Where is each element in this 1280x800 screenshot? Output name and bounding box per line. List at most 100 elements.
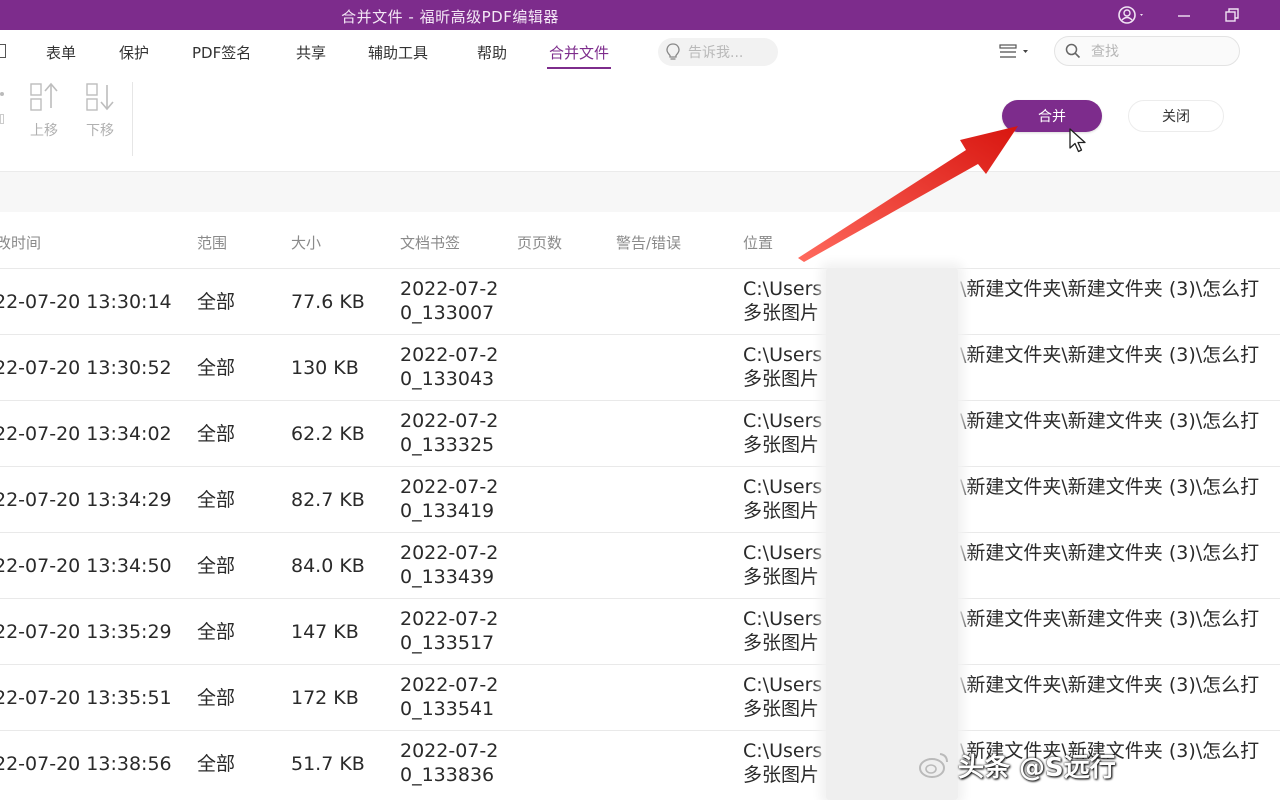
cell-path: \新建文件夹\新建文件夹 (3)\怎么打 — [960, 674, 1260, 696]
search-placeholder: 查找 — [1091, 44, 1119, 60]
tell-me-box[interactable]: 告诉我... — [658, 38, 778, 66]
cell-path: \新建文件夹\新建文件夹 (3)\怎么打 — [960, 476, 1260, 498]
col-bookmark[interactable]: 文档书签 — [400, 232, 460, 253]
menu-accessibility[interactable]: 辅助工具 — [368, 42, 428, 63]
cell-location: C:\Users 多张图片 — [743, 277, 822, 325]
cell-location: C:\Users 多张图片 — [743, 541, 822, 589]
table-row[interactable]: 22-07-20 13:35:29 全部 147 KB 2022-07-2 0_1… — [0, 598, 1280, 664]
location-line-2: 多张图片 — [743, 698, 820, 720]
bookmark-line-1: 2022-07-2 — [400, 740, 499, 762]
bookmark-line-2: 0_133836 — [400, 764, 495, 786]
cell-size: 130 KB — [291, 357, 359, 379]
cell-size: 77.6 KB — [291, 291, 365, 313]
ribbon-options-icon — [999, 44, 1028, 58]
cell-path: \新建文件夹\新建文件夹 (3)\怎么打 — [960, 542, 1260, 564]
app-window: 合并文件 - 福昕高级PDF编辑器 表单 保护 PDF签名 共享 辅助工具 帮助 — [0, 0, 1280, 800]
ribbon-options-button[interactable] — [998, 40, 1042, 64]
search-box[interactable]: 查找 — [1054, 36, 1240, 66]
close-button[interactable]: 关闭 — [1128, 100, 1224, 132]
cell-location: C:\Users 多张图片 — [743, 343, 822, 391]
cell-size: 82.7 KB — [291, 489, 365, 511]
cell-range: 全部 — [197, 423, 236, 445]
watermark: 头条 @S远行 — [918, 740, 1278, 790]
col-location[interactable]: 位置 — [743, 232, 773, 253]
bookmark-line-2: 0_133541 — [400, 698, 495, 720]
bookmark-line-1: 2022-07-2 — [400, 344, 499, 366]
location-line-1: C:\Users — [743, 410, 823, 432]
cell-bookmark: 2022-07-2 0_133517 — [400, 607, 498, 655]
cell-location: C:\Users 多张图片 — [743, 673, 822, 721]
cell-location: C:\Users 多张图片 — [743, 409, 822, 457]
window-title: 合并文件 - 福昕高级PDF编辑器 — [341, 8, 559, 26]
cell-time: 22-07-20 13:38:56 — [0, 753, 172, 775]
tab-merge-files[interactable]: 合并文件 — [546, 42, 612, 69]
cell-bookmark: 2022-07-2 0_133836 — [400, 739, 498, 787]
cell-bookmark: 2022-07-2 0_133325 — [400, 409, 498, 457]
cell-range: 全部 — [197, 357, 236, 379]
cell-path: \新建文件夹\新建文件夹 (3)\怎么打 — [960, 344, 1260, 366]
table-row[interactable]: 22-07-20 13:35:51 全部 172 KB 2022-07-2 0_1… — [0, 664, 1280, 730]
move-down-button[interactable]: 下移 — [78, 80, 122, 144]
account-button[interactable] — [1108, 3, 1156, 27]
col-warnings[interactable]: 警告/错误 — [616, 232, 681, 253]
menu-share[interactable]: 共享 — [296, 42, 326, 63]
col-modified-time[interactable]: 改时间 — [0, 232, 41, 253]
ribbon: 上移 下移 合并 关闭 — [0, 74, 1280, 172]
location-line-2: 多张图片 — [743, 500, 820, 522]
menu-form[interactable]: 表单 — [46, 42, 76, 63]
cell-location: C:\Users 多张图片 — [743, 739, 822, 787]
cell-size: 51.7 KB — [291, 753, 365, 775]
table-row[interactable]: 22-07-20 13:30:14 全部 77.6 KB 2022-07-2 0_… — [0, 268, 1280, 334]
menu-help[interactable]: 帮助 — [477, 42, 507, 63]
cell-time: 22-07-20 13:34:29 — [0, 489, 172, 511]
col-size[interactable]: 大小 — [291, 232, 321, 253]
bookmark-line-1: 2022-07-2 — [400, 542, 499, 564]
menu-bar: 表单 保护 PDF签名 共享 辅助工具 帮助 合并文件 告诉我... 查找 — [0, 30, 1280, 74]
cell-range: 全部 — [197, 489, 236, 511]
cursor-icon — [1069, 128, 1086, 153]
minimize-icon — [1178, 15, 1190, 17]
lightbulb-icon — [666, 43, 680, 60]
cell-time: 22-07-20 13:35:29 — [0, 621, 172, 643]
move-down-label: 下移 — [86, 123, 114, 139]
table-row[interactable]: 22-07-20 13:30:52 全部 130 KB 2022-07-2 0_1… — [0, 334, 1280, 400]
location-line-1: C:\Users — [743, 674, 823, 696]
move-up-label: 上移 — [30, 123, 58, 139]
cell-path: \新建文件夹\新建文件夹 (3)\怎么打 — [960, 410, 1260, 432]
move-down-icon — [86, 83, 114, 111]
watermark-text: 头条 @S远行 — [958, 752, 1116, 783]
maximize-icon — [1225, 8, 1239, 22]
title-bar: 合并文件 - 福昕高级PDF编辑器 — [0, 0, 1280, 30]
cell-location: C:\Users 多张图片 — [743, 475, 822, 523]
ribbon-divider — [132, 82, 133, 156]
ribbon-partial-button[interactable] — [0, 88, 8, 138]
bookmark-line-2: 0_133043 — [400, 368, 495, 390]
menu-protect[interactable]: 保护 — [119, 42, 149, 63]
maximize-button[interactable] — [1214, 3, 1250, 27]
table-row[interactable]: 22-07-20 13:34:02 全部 62.2 KB 2022-07-2 0_… — [0, 400, 1280, 466]
cell-time: 22-07-20 13:35:51 — [0, 687, 172, 709]
file-table: 改时间 范围 大小 文档书签 页页数 警告/错误 位置 22-07-20 13:… — [0, 212, 1280, 800]
location-line-1: C:\Users — [743, 476, 823, 498]
col-range[interactable]: 范围 — [197, 232, 227, 253]
cell-range: 全部 — [197, 753, 236, 775]
minimize-button[interactable] — [1166, 3, 1202, 27]
bookmark-line-2: 0_133419 — [400, 500, 495, 522]
move-up-icon — [30, 82, 58, 111]
table-row[interactable]: 22-07-20 13:34:50 全部 84.0 KB 2022-07-2 0_… — [0, 532, 1280, 598]
cell-location: C:\Users 多张图片 — [743, 607, 822, 655]
tell-me-placeholder: 告诉我... — [688, 45, 744, 61]
list-toolbar-area — [0, 172, 1280, 212]
cell-time: 22-07-20 13:34:02 — [0, 423, 172, 445]
table-row[interactable]: 22-07-20 13:34:29 全部 82.7 KB 2022-07-2 0_… — [0, 466, 1280, 532]
cell-bookmark: 2022-07-2 0_133043 — [400, 343, 498, 391]
cell-time: 22-07-20 13:30:14 — [0, 291, 172, 313]
menu-pdf-sign[interactable]: PDF签名 — [192, 42, 251, 63]
col-pages[interactable]: 页页数 — [517, 232, 562, 253]
location-line-1: C:\Users — [743, 608, 823, 630]
bookmark-line-1: 2022-07-2 — [400, 608, 499, 630]
cell-range: 全部 — [197, 555, 236, 577]
cell-time: 22-07-20 13:30:52 — [0, 357, 172, 379]
bookmark-line-2: 0_133325 — [400, 434, 495, 456]
move-up-button[interactable]: 上移 — [22, 80, 66, 144]
